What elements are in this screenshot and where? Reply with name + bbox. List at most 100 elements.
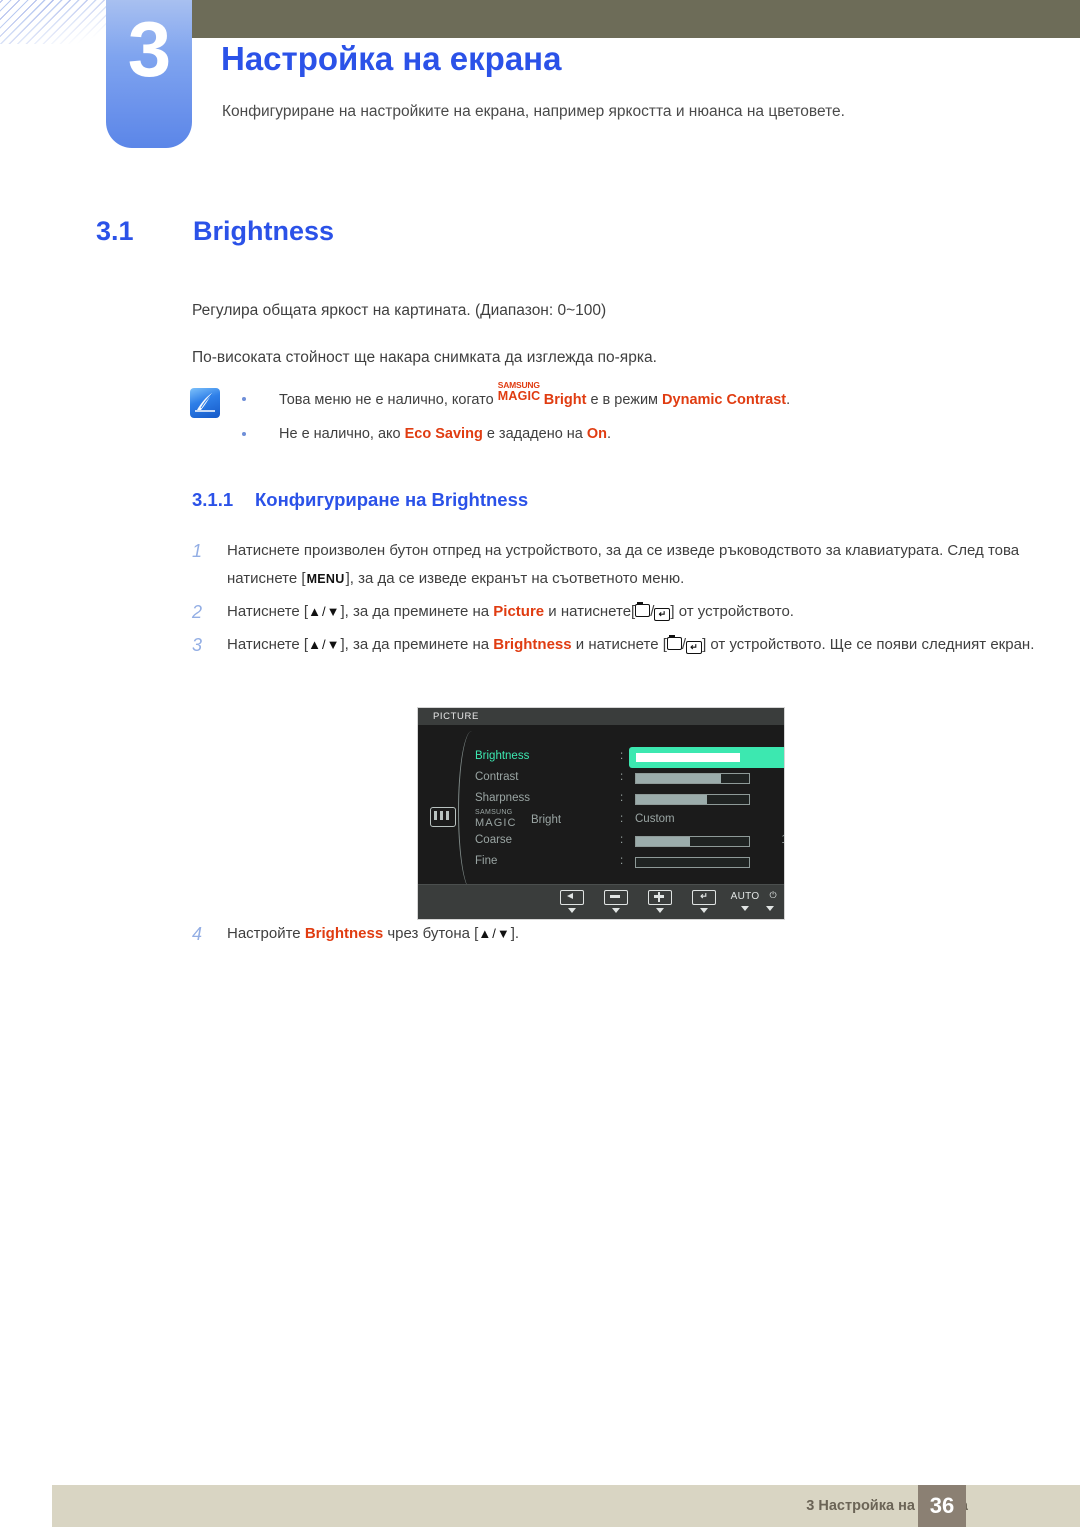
osd-row-value: 100 <box>757 750 784 762</box>
header-hatch-decoration <box>0 0 112 44</box>
step-text-end: ] от устройството. Ще се появи следният … <box>702 636 1035 653</box>
section-title: Brightness <box>193 216 335 246</box>
osd-row-value: 60 <box>757 792 784 804</box>
osd-slider-track[interactable] <box>635 836 750 847</box>
osd-row-label: Brightness <box>475 750 530 762</box>
minus-icon <box>604 890 628 905</box>
step-text-end: ] от устройството. <box>670 603 794 620</box>
menu-button-glyph: MENU <box>306 572 345 586</box>
note-keyword-eco-saving: Eco Saving <box>404 426 483 442</box>
osd-row-colon: : <box>620 771 624 783</box>
step-item: 4 Настройте Brightness чрез бутона [▲/▼]. <box>192 920 1057 948</box>
osd-back-button[interactable] <box>560 890 584 913</box>
chapter-number: 3 <box>127 5 171 93</box>
osd-row-magic-bright[interactable]: SAMSUNG MAGIC Bright : Custom <box>475 809 776 831</box>
osd-row-colon: : <box>620 792 624 804</box>
chevron-down-icon <box>656 908 664 913</box>
note-list: Това меню не е налично, когато SAMSUNG MA… <box>240 381 1040 457</box>
step-text: Настройте <box>227 925 305 942</box>
step-text-cont: ], за да преминете на <box>340 603 494 620</box>
note-text-mid: е в режим <box>586 392 663 408</box>
osd-slider-track[interactable] <box>635 752 750 763</box>
osd-slider-fill <box>636 753 740 762</box>
subsection-heading: 3.1.1 Конфигуриране на Brightness <box>192 489 528 511</box>
osd-title: PICTURE <box>433 711 479 722</box>
osd-minus-button[interactable] <box>604 890 628 913</box>
note-keyword-dynamic-contrast: Dynamic Contrast <box>662 392 787 408</box>
osd-row-label: Sharpness <box>475 792 530 804</box>
osd-row-label: Coarse <box>475 834 513 846</box>
note-text-after: . <box>607 426 612 442</box>
osd-plus-button[interactable] <box>648 890 672 913</box>
osd-row-coarse[interactable]: Coarse : 1936 <box>475 831 784 852</box>
step-text-cont: ], за да преминете на <box>340 636 494 653</box>
osd-auto-label: AUTO <box>730 891 760 902</box>
osd-row-colon: : <box>620 855 624 867</box>
updown-arrows-icon: ▲/▼ <box>478 926 511 941</box>
header-accent-bar <box>192 0 1080 38</box>
note-text-mid: е зададено на <box>482 426 587 442</box>
step-keyword-picture: Picture <box>493 603 545 620</box>
step-number: 4 <box>192 924 203 944</box>
step-item: 2 Натиснете [▲/▼], за да преминете на Pic… <box>192 598 1057 626</box>
magic-logo: SAMSUNG MAGIC <box>498 381 544 404</box>
chevron-down-icon <box>700 908 708 913</box>
osd-row-value: Custom <box>635 813 675 825</box>
chevron-down-icon <box>741 906 749 911</box>
left-arrow-icon <box>560 890 584 905</box>
osd-slider-track[interactable] <box>635 794 750 805</box>
osd-titlebar: PICTURE <box>418 708 784 725</box>
osd-slider-track[interactable] <box>635 773 750 784</box>
note-pen-icon-glyph <box>195 393 215 412</box>
chapter-badge: 3 <box>106 0 192 148</box>
osd-row-label: Fine <box>475 855 498 867</box>
osd-enter-button[interactable]: ↵ <box>692 890 716 913</box>
note-text-after: . <box>786 392 791 408</box>
source-button-icon <box>666 634 682 650</box>
step-text: Натиснете [ <box>227 636 309 653</box>
osd-slider-track[interactable] <box>635 857 750 868</box>
source-button-icon <box>635 601 651 617</box>
note-item: Това меню не е налично, когато SAMSUNG MA… <box>240 381 1040 411</box>
osd-row-colon: : <box>620 750 624 762</box>
picture-bars-icon <box>430 807 456 827</box>
enter-button-icon: ↵ <box>654 608 671 621</box>
osd-slider-fill <box>636 774 721 783</box>
step-item: 1 Натиснете произволен бутон отпред на ус… <box>192 537 1057 593</box>
updown-arrows-icon: ▲/▼ <box>308 604 341 619</box>
osd-row-brightness[interactable]: Brightness : 100 <box>475 747 784 768</box>
step-text: Натиснете [ <box>227 603 309 620</box>
chevron-down-icon <box>766 906 774 911</box>
power-icon: ⏻ <box>769 890 777 900</box>
bullet-icon <box>242 432 246 436</box>
osd-slider-fill <box>636 837 691 846</box>
page-title: Настройка на екрана <box>221 40 562 77</box>
osd-power-button[interactable]: ⏻ <box>762 890 778 911</box>
step-number: 2 <box>192 602 203 622</box>
note-item: Не е налично, ако Eco Saving е зададено … <box>240 423 1040 445</box>
section-paragraph-2: По-високата стойност ще накара снимката … <box>192 349 657 366</box>
osd-row-value: 0 <box>757 855 784 867</box>
osd-auto-button[interactable]: AUTO <box>724 890 766 911</box>
osd-footer-toolbar: ↵ AUTO ⏻ <box>418 884 784 919</box>
step-keyword-brightness: Brightness <box>304 925 384 942</box>
step-number: 1 <box>192 541 203 561</box>
updown-arrows-icon: ▲/▼ <box>308 637 341 652</box>
osd-row-contrast[interactable]: Contrast : 75 <box>475 768 776 789</box>
osd-magic-samsung: SAMSUNG <box>475 809 513 816</box>
note-text-before: Не е налично, ако <box>279 426 405 442</box>
note-pen-icon <box>190 388 220 418</box>
subsection-title: Конфигуриране на Brightness <box>255 489 529 510</box>
osd-menu-screenshot: PICTURE Brightness : 100 Contrast : 75 S… <box>417 707 785 920</box>
enter-icon: ↵ <box>692 890 716 905</box>
osd-magic-magic: MAGIC <box>475 817 517 829</box>
subsection-number: 3.1.1 <box>192 489 234 510</box>
note-text-before: Това меню не е налично, когато <box>279 392 498 408</box>
chapter-subtitle: Конфигуриране на настройките на екрана, … <box>222 103 845 120</box>
section-heading: 3.1 Brightness <box>96 216 334 247</box>
osd-row-sharpness[interactable]: Sharpness : 60 <box>475 789 776 810</box>
osd-row-fine[interactable]: Fine : 0 <box>475 852 776 873</box>
page-number-badge: 36 <box>918 1485 966 1527</box>
osd-row-value: 1936 <box>757 834 784 846</box>
step-keyword-brightness: Brightness <box>493 636 572 653</box>
